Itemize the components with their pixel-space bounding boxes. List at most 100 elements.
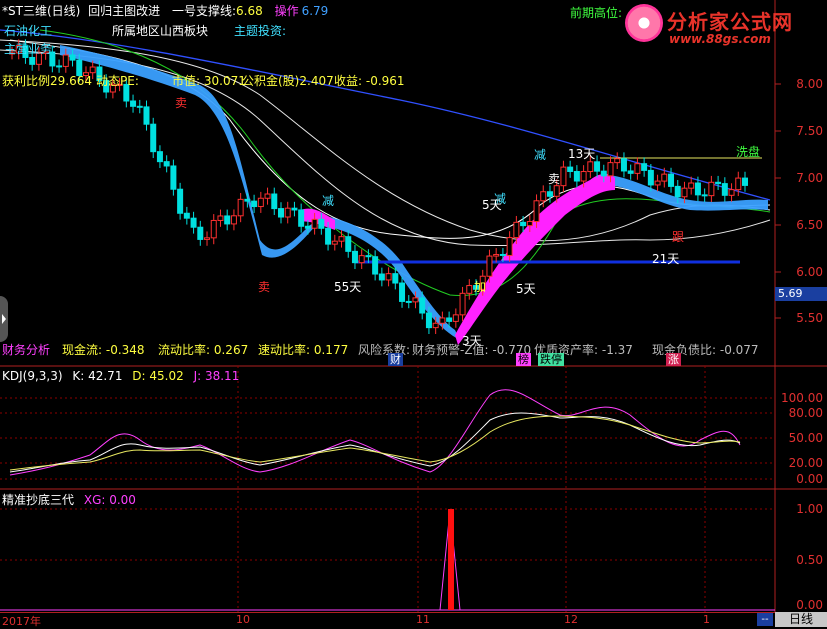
candle-body xyxy=(358,255,365,264)
candle-body xyxy=(641,163,648,171)
candle-body xyxy=(29,56,36,65)
candle-body xyxy=(156,151,163,163)
chart-canvas[interactable] xyxy=(0,0,827,627)
time-label-jan: 1 xyxy=(703,613,710,626)
time-label-nov: 11 xyxy=(416,613,430,626)
candle-body xyxy=(446,317,453,322)
candle-body xyxy=(546,191,553,197)
chip-finance[interactable]: 财 xyxy=(388,353,403,366)
time-label-dec: 12 xyxy=(564,613,578,626)
candle-body xyxy=(520,221,527,227)
cashflow: 现金流: -0.348 xyxy=(62,343,145,357)
price-tick-6-5: 6.50 xyxy=(796,218,823,232)
candle-body xyxy=(728,189,735,196)
candle-body xyxy=(715,181,722,185)
candle-body xyxy=(600,170,607,177)
marker-reduce-2: 减 xyxy=(534,148,547,162)
ma-white-line-1 xyxy=(0,39,771,242)
candle-body xyxy=(318,218,325,229)
period-tab-daily[interactable]: 日线 xyxy=(775,612,827,627)
candle-body xyxy=(466,285,473,294)
candle-body xyxy=(284,207,291,218)
xg-value: XG: 0.00 xyxy=(83,493,136,507)
support-label: 一号支撑线: xyxy=(171,4,237,18)
chip-limit-down[interactable]: 跌停 xyxy=(538,353,564,366)
candle-body xyxy=(701,194,708,197)
candle-body xyxy=(365,255,372,258)
candle-body xyxy=(580,171,587,182)
candle-body xyxy=(325,227,332,245)
candle-body xyxy=(567,166,574,172)
indicator-name[interactable]: 回归主图改进 xyxy=(88,4,160,18)
kdj-title[interactable]: KDJ(9,3,3) xyxy=(2,369,63,383)
marker-21-days: 21天 xyxy=(652,252,680,266)
header-bar: *ST三维(日线) 回归主图改进 一号支撑线:6.68 操作 6.79 xyxy=(2,2,328,19)
candle-body xyxy=(661,173,668,182)
xg-title[interactable]: 精准抄底三代 xyxy=(2,493,74,507)
candle-body xyxy=(378,273,385,281)
finance-analysis-label: 财务分析 xyxy=(2,343,51,357)
candle-body xyxy=(204,237,211,240)
marker-5-days-b: 5天 xyxy=(516,282,536,296)
candle-body xyxy=(614,158,621,164)
marker-5-days-a: 5天 xyxy=(482,198,502,212)
support-value: 6.68 xyxy=(236,4,263,18)
candle-body xyxy=(419,297,426,314)
candle-body xyxy=(513,221,520,239)
candle-body xyxy=(452,314,459,322)
candle-body xyxy=(647,169,654,186)
operate-value: 6.79 xyxy=(301,4,329,18)
candle-body xyxy=(304,225,311,229)
marker-wash: 洗盘 xyxy=(736,145,761,159)
price-tick-6: 6.00 xyxy=(796,265,823,279)
candle-body xyxy=(506,237,513,256)
marker-sell-3: 卖 xyxy=(548,172,561,186)
candle-body xyxy=(432,322,439,329)
kdj-tick-100: 100.00 xyxy=(781,391,823,405)
candle-body xyxy=(425,312,432,329)
marker-sell-2: 卖 xyxy=(258,280,271,294)
scroll-button[interactable]: -- xyxy=(757,613,773,626)
current-price-tag: 5.69 xyxy=(775,287,827,301)
candle-body xyxy=(143,106,150,125)
candle-body xyxy=(742,177,748,186)
candle-body xyxy=(493,253,500,257)
kdj-tick-80: 80.00 xyxy=(788,406,823,420)
candle-body xyxy=(298,209,305,227)
candle-body xyxy=(136,105,143,108)
expand-left-handle[interactable] xyxy=(0,296,8,342)
candle-body xyxy=(459,292,466,316)
candle-body xyxy=(311,218,318,229)
candle-body xyxy=(668,173,675,187)
candle-body xyxy=(277,208,284,218)
candle-body xyxy=(244,198,251,202)
candle-body xyxy=(594,161,601,172)
marker-add: 加 xyxy=(474,280,487,294)
candle-body xyxy=(399,282,406,302)
price-tick-5-5: 5.50 xyxy=(796,311,823,325)
candle-body xyxy=(721,183,728,196)
marker-13-days: 13天 xyxy=(568,147,596,161)
kdj-d-line xyxy=(9,415,741,471)
liquidity-ratio: 流动比率: 0.267 xyxy=(158,343,249,357)
candle-body xyxy=(224,215,231,225)
ribbon-up-1 xyxy=(455,173,615,345)
candle-body xyxy=(197,226,204,240)
candle-body xyxy=(62,54,69,67)
chip-ranking[interactable]: 榜 xyxy=(516,353,531,366)
candle-body xyxy=(587,161,594,173)
stock-title[interactable]: *ST三维(日线) xyxy=(2,4,80,18)
candle-body xyxy=(694,182,701,196)
candle-body xyxy=(499,253,506,256)
brand-title: 分析家公式网 xyxy=(667,10,793,34)
chip-limit-up[interactable]: 涨 xyxy=(666,353,681,366)
xg-tick-1: 1.00 xyxy=(796,502,823,516)
candle-body xyxy=(257,197,264,208)
candle-body xyxy=(405,300,412,303)
candle-body xyxy=(163,161,170,167)
candle-body xyxy=(56,65,63,68)
ma-long-line xyxy=(0,29,771,201)
marker-55-days: 55天 xyxy=(334,280,362,294)
candle-body xyxy=(681,187,688,198)
candle-body xyxy=(69,54,76,61)
